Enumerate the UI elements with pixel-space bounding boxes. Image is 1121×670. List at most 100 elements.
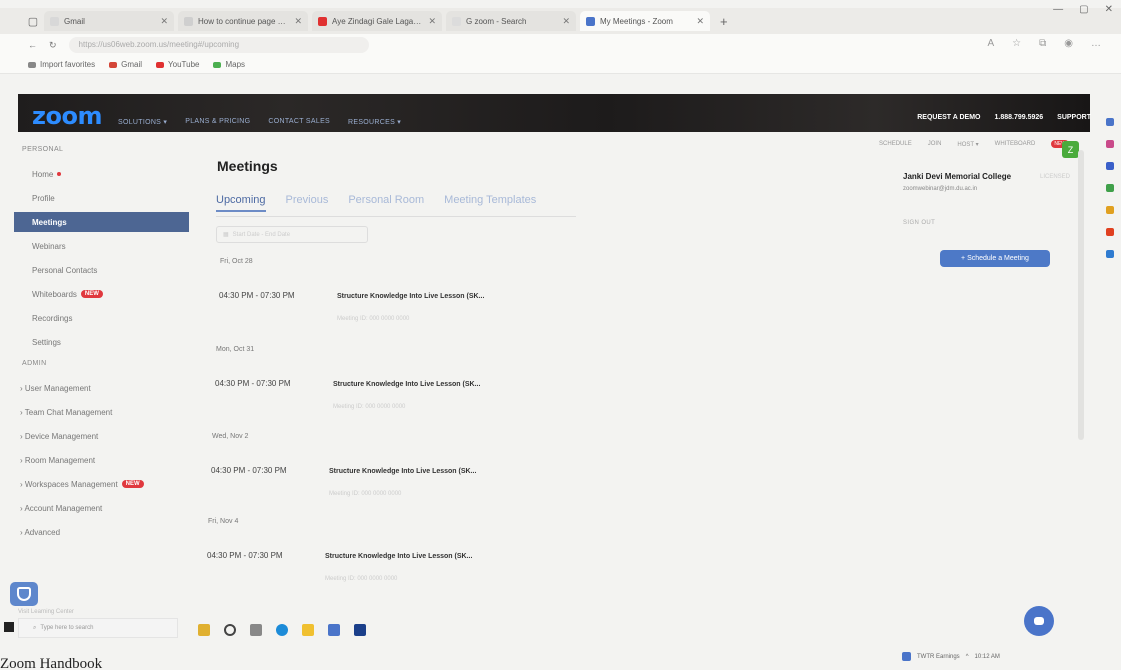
task-view-icon[interactable] — [250, 624, 262, 636]
sidebar-item[interactable]: Whiteboards NEW — [14, 282, 189, 306]
join-link[interactable]: JOIN — [928, 141, 942, 147]
tab-label: Aye Zindagi Gale Lagaa Le - Yo... — [332, 16, 423, 26]
reload-icon[interactable]: ↻ — [49, 40, 57, 51]
top-nav-item[interactable]: PLANS & PRICING — [185, 118, 250, 126]
sidebar-item-label: Recordings — [32, 313, 73, 323]
sidebar-item[interactable]: › Team Chat Management — [14, 400, 189, 424]
sidebar-item[interactable]: Webinars — [14, 234, 189, 258]
sign-out-link[interactable]: SIGN OUT — [903, 220, 935, 226]
schedule-link[interactable]: SCHEDULE — [879, 141, 912, 147]
browser-tab[interactable]: Aye Zindagi Gale Lagaa Le - Yo... ✕ — [312, 11, 442, 31]
weather-text[interactable]: TWTR Earnings — [917, 654, 960, 660]
top-right-link[interactable]: REQUEST A DEMO — [917, 114, 980, 121]
top-nav-item[interactable]: CONTACT SALES — [268, 118, 330, 126]
sidebar-item[interactable]: Home — [14, 162, 189, 186]
close-window-icon[interactable]: ✕ — [1105, 4, 1113, 15]
new-badge: NEW — [121, 480, 144, 488]
shopping-icon[interactable] — [1106, 140, 1114, 148]
close-tab-icon[interactable]: ✕ — [294, 16, 302, 27]
sidebar-item[interactable]: › Workspaces Management NEW — [14, 472, 189, 496]
sidebar-item[interactable]: › Device Management — [14, 424, 189, 448]
learning-center-link[interactable]: Visit Learning Center — [18, 609, 74, 615]
help-icon[interactable] — [10, 582, 38, 606]
scrollbar[interactable] — [1078, 150, 1084, 440]
taskbar-search-placeholder: Type here to search — [40, 625, 94, 631]
close-tab-icon[interactable]: ✕ — [160, 16, 168, 27]
sidebar-item[interactable]: › Advanced — [14, 520, 189, 544]
outlook-icon[interactable] — [1106, 228, 1114, 236]
more-icon[interactable]: … — [1091, 38, 1101, 49]
cortana-icon[interactable] — [224, 624, 236, 636]
read-aloud-icon[interactable]: A — [987, 38, 994, 49]
url-field[interactable]: https://us06web.zoom.us/meeting#/upcomin… — [68, 37, 369, 53]
bookmark-label: Import favorites — [40, 60, 96, 69]
tools-icon[interactable] — [1106, 162, 1114, 170]
sidebar-item[interactable]: › Room Management — [14, 448, 189, 472]
favorites-icon[interactable]: ☆ — [1012, 38, 1021, 49]
top-nav-item[interactable]: SOLUTIONS ▾ — [118, 118, 167, 126]
chat-support-button[interactable] — [1024, 606, 1054, 636]
top-nav-item[interactable]: RESOURCES ▾ — [348, 118, 401, 126]
sidebar-item[interactable]: Recordings — [14, 306, 189, 330]
meeting-tab[interactable]: Personal Room — [348, 194, 424, 212]
meeting-topic-link[interactable]: Structure Knowledge Into Live Lesson (SK… — [329, 468, 476, 475]
clock[interactable]: 10:12 AM — [975, 654, 1000, 660]
games-icon[interactable] — [1106, 184, 1114, 192]
browser-tab[interactable]: My Meetings - Zoom ✕ — [580, 11, 710, 31]
photos-icon[interactable] — [354, 624, 366, 636]
avatar[interactable]: Z — [1062, 141, 1079, 158]
meeting-tab[interactable]: Previous — [286, 194, 329, 212]
new-tab-button[interactable]: + — [720, 14, 728, 29]
office-icon[interactable] — [1106, 206, 1114, 214]
back-icon[interactable]: ← — [28, 40, 37, 50]
sidebar-item[interactable]: › User Management — [14, 376, 189, 400]
zoom-logo[interactable]: zoom — [32, 102, 102, 130]
whiteboard-link[interactable]: WHITEBOARD — [995, 141, 1036, 147]
maximize-icon[interactable]: ▢ — [1079, 4, 1088, 15]
sidebar-item[interactable]: Personal Contacts — [14, 258, 189, 282]
admin-section-heading: ADMIN — [22, 360, 47, 367]
date-range-field[interactable]: ▦ Start Date - End Date — [216, 226, 368, 243]
windows-start-icon[interactable] — [4, 622, 14, 632]
store-icon[interactable] — [328, 624, 340, 636]
meeting-tab[interactable]: Meeting Templates — [444, 194, 536, 212]
meeting-topic-link[interactable]: Structure Knowledge Into Live Lesson (SK… — [333, 381, 480, 388]
sidebar-item-label: › Team Chat Management — [20, 407, 113, 417]
close-tab-icon[interactable]: ✕ — [562, 16, 570, 27]
edge-icon[interactable] — [276, 624, 288, 636]
meeting-topic-link[interactable]: Structure Knowledge Into Live Lesson (SK… — [325, 553, 472, 560]
sidebar-item[interactable]: › Account Management — [14, 496, 189, 520]
close-tab-icon[interactable]: ✕ — [696, 16, 704, 27]
search-icon[interactable] — [1106, 118, 1114, 126]
bookmark-item[interactable]: Import favorites — [28, 60, 95, 69]
drop-icon[interactable] — [1106, 250, 1114, 258]
bookmark-item[interactable]: YouTube — [156, 60, 199, 69]
bookmark-item[interactable]: Maps — [213, 60, 245, 69]
profile-icon[interactable]: ◉ — [1064, 38, 1073, 49]
taskbar-search[interactable]: ⌕ Type here to search — [18, 618, 178, 638]
browser-tab[interactable]: G zoom - Search ✕ — [446, 11, 576, 31]
schedule-meeting-button[interactable]: + Schedule a Meeting — [940, 250, 1050, 267]
bookmark-label: Maps — [225, 60, 246, 69]
window-menu-icon[interactable]: ▢ — [26, 14, 40, 28]
meeting-topic-link[interactable]: Structure Knowledge Into Live Lesson (SK… — [337, 293, 484, 300]
close-tab-icon[interactable]: ✕ — [428, 16, 436, 27]
weather-icon[interactable] — [198, 624, 210, 636]
weather-tray-icon[interactable] — [902, 652, 911, 661]
sidebar-item[interactable]: Settings — [14, 330, 189, 354]
collections-icon[interactable]: ⧉ — [1039, 38, 1046, 49]
browser-tab[interactable]: How to continue page numbers... ✕ — [178, 11, 308, 31]
sidebar-item[interactable]: Meetings — [14, 212, 189, 232]
meeting-tab[interactable]: Upcoming — [216, 194, 266, 212]
top-right-link[interactable]: 1.888.799.5926 — [994, 114, 1043, 121]
bookmark-item[interactable]: Gmail — [109, 60, 142, 69]
file-explorer-icon[interactable] — [302, 624, 314, 636]
sidebar-item[interactable]: Profile — [14, 186, 189, 210]
meeting-date: Wed, Nov 2 — [212, 433, 249, 440]
top-right-link[interactable]: SUPPORT — [1057, 114, 1091, 121]
tray-arrow-icon[interactable]: ^ — [966, 654, 969, 660]
host-link[interactable]: HOST ▾ — [957, 141, 978, 148]
minimize-icon[interactable]: — — [1053, 4, 1063, 15]
browser-tab[interactable]: Gmail ✕ — [44, 11, 174, 31]
meeting-id: Meeting ID: 000 0000 0000 — [325, 576, 398, 582]
